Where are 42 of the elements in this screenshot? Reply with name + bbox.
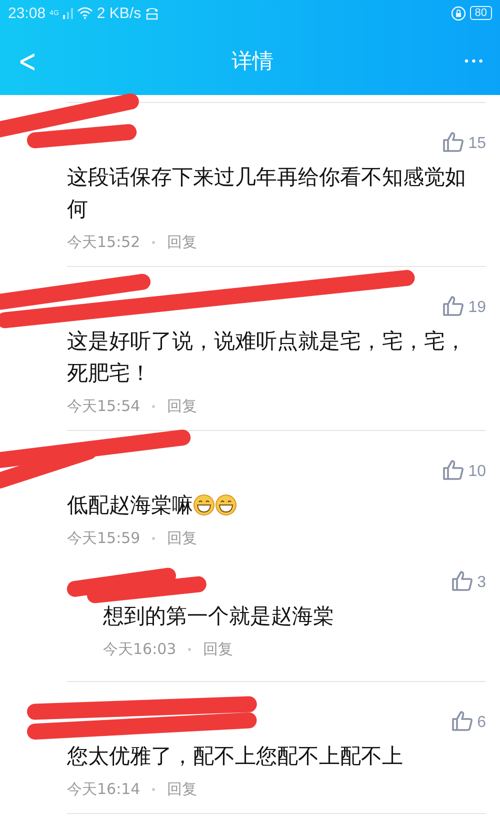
page-title: 详情 — [232, 48, 274, 74]
like-button[interactable]: 15 — [442, 131, 486, 153]
separator-dot — [152, 405, 156, 408]
comment-time: 今天15:59 — [67, 529, 140, 548]
clock: 23:08 — [8, 4, 46, 22]
reply-link[interactable]: 回复 — [203, 640, 234, 659]
like-button[interactable]: 10 — [442, 459, 486, 481]
thumbs-up-icon — [451, 710, 474, 732]
comment-time: 今天16:03 — [103, 640, 176, 659]
reply-link[interactable]: 回复 — [167, 233, 198, 252]
separator-dot — [152, 537, 156, 540]
reply-link[interactable]: 回复 — [167, 780, 198, 799]
hd-call-icon — [145, 6, 160, 20]
grin-emoji-icon — [193, 494, 215, 516]
grin-emoji-icon — [215, 494, 237, 516]
signal-icon — [62, 7, 73, 19]
thumbs-up-icon — [442, 131, 464, 153]
separator-dot — [188, 648, 192, 651]
comment-text: 这是好听了说，说难听点就是宅，宅，宅，死肥宅！ — [67, 328, 467, 387]
reply-link[interactable]: 回复 — [167, 529, 198, 548]
reply-link[interactable]: 回复 — [167, 397, 198, 416]
like-button[interactable]: 3 — [451, 570, 486, 592]
comment-text: 低配赵海棠嘛 — [67, 492, 193, 519]
comment-text: 想到的第一个就是赵海棠 — [103, 603, 334, 630]
separator-dot — [152, 788, 156, 791]
like-button[interactable]: 19 — [442, 295, 486, 317]
thumbs-up-icon — [451, 570, 474, 592]
like-button[interactable]: 6 — [451, 710, 486, 732]
comment-time: 今天16:14 — [67, 780, 140, 799]
wifi-icon — [76, 7, 93, 19]
comment-time: 今天15:54 — [67, 397, 140, 416]
lock-rotation-icon — [450, 6, 466, 20]
separator-dot — [152, 241, 156, 244]
thumbs-up-icon — [442, 295, 464, 317]
comment-text: 这段话保存下来过几年再给你看不知感觉如何 — [67, 164, 467, 223]
back-button[interactable]: < — [15, 42, 40, 80]
network-speed: 2 KB/s — [96, 4, 142, 22]
comment-text: 您太优雅了，配不上您配不上配不上 — [67, 743, 403, 770]
thumbs-up-icon — [442, 459, 464, 481]
more-button[interactable]: ••• — [460, 54, 490, 68]
battery-indicator: 80 — [470, 6, 492, 20]
comment-time: 今天15:52 — [67, 233, 140, 252]
